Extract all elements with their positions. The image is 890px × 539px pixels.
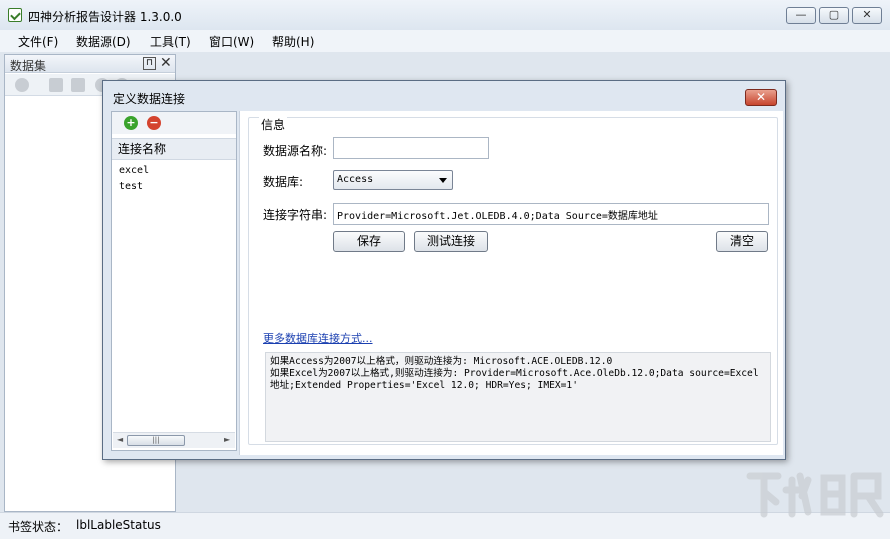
database-label: 数据库: [263, 175, 304, 189]
more-connections-link[interactable]: 更多数据库连接方式... [263, 330, 373, 346]
datasource-name-label: 数据源名称: [263, 144, 328, 158]
pin-icon[interactable]: ⊓ [143, 57, 156, 70]
datasource-name-input[interactable] [333, 137, 489, 159]
connection-toolbar: + − [112, 112, 236, 134]
clear-button[interactable]: 清空 [716, 231, 768, 252]
menu-bar: 文件(F) 数据源(D) 工具(T) 窗口(W) 帮助(H) [0, 30, 890, 52]
info-area: 信息 数据源名称: 数据库: Access 连接字符串: Provider=Mi… [239, 111, 783, 455]
save-button[interactable]: 保存 [333, 231, 405, 252]
edit-icon[interactable] [49, 78, 63, 92]
info-group-title: 信息 [259, 116, 288, 133]
status-label: 书签状态： [8, 520, 69, 534]
close-button[interactable]: ✕ [852, 7, 882, 24]
menu-window[interactable]: 窗口(W) [209, 33, 254, 50]
list-item[interactable]: excel [119, 165, 149, 176]
scroll-thumb[interactable]: ||| [127, 435, 185, 446]
remove-connection-icon[interactable]: − [147, 116, 161, 130]
connection-notes: 如果Access为2007以上格式，则驱动连接为: Microsoft.ACE.… [265, 352, 771, 442]
status-value: lblLableStatus [76, 518, 161, 532]
menu-tools[interactable]: 工具(T) [150, 33, 191, 50]
connection-string-label: 连接字符串: [263, 208, 328, 222]
dialog-title: 定义数据连接 [113, 92, 186, 106]
dataset-panel-header: 数据集 ⊓ ✕ [5, 55, 175, 73]
menu-file[interactable]: 文件(F) [18, 33, 58, 50]
panel-close-icon[interactable]: ✕ [160, 55, 172, 71]
minimize-button[interactable]: — [786, 7, 816, 24]
connection-list-panel: + − 连接名称 excel test ◄ ||| ► [111, 111, 237, 451]
menu-datasource[interactable]: 数据源(D) [76, 33, 131, 50]
horizontal-scrollbar[interactable]: ◄ ||| ► [113, 432, 235, 448]
scroll-left-icon[interactable]: ◄ [117, 435, 123, 444]
database-select[interactable]: Access [333, 170, 453, 190]
dialog-close-button[interactable]: ✕ [745, 89, 777, 106]
add-connection-icon[interactable]: + [124, 116, 138, 130]
dataset-panel-title: 数据集 [10, 59, 47, 73]
app-title: 四神分析报告设计器 1.3.0.0 [28, 10, 182, 24]
title-bar: 四神分析报告设计器 1.3.0.0 — ▢ ✕ [0, 0, 890, 30]
add-icon[interactable] [15, 78, 29, 92]
list-item[interactable]: test [119, 181, 143, 192]
app-icon [8, 8, 22, 22]
test-connection-button[interactable]: 测试连接 [414, 231, 488, 252]
connection-list-header: 连接名称 [112, 138, 236, 160]
watermark-logo [746, 472, 884, 518]
scroll-right-icon[interactable]: ► [224, 435, 230, 444]
database-selected-value: Access [337, 174, 374, 185]
info-group: 信息 数据源名称: 数据库: Access 连接字符串: Provider=Mi… [248, 116, 778, 445]
maximize-button[interactable]: ▢ [819, 7, 849, 24]
connection-string-input[interactable]: Provider=Microsoft.Jet.OLEDB.4.0;Data So… [333, 203, 769, 225]
menu-help[interactable]: 帮助(H) [272, 33, 314, 50]
define-connection-dialog: 定义数据连接 ✕ + − 连接名称 excel test ◄ ||| ► 信息 … [102, 80, 786, 460]
copy-icon[interactable] [71, 78, 85, 92]
chevron-down-icon [439, 178, 447, 183]
